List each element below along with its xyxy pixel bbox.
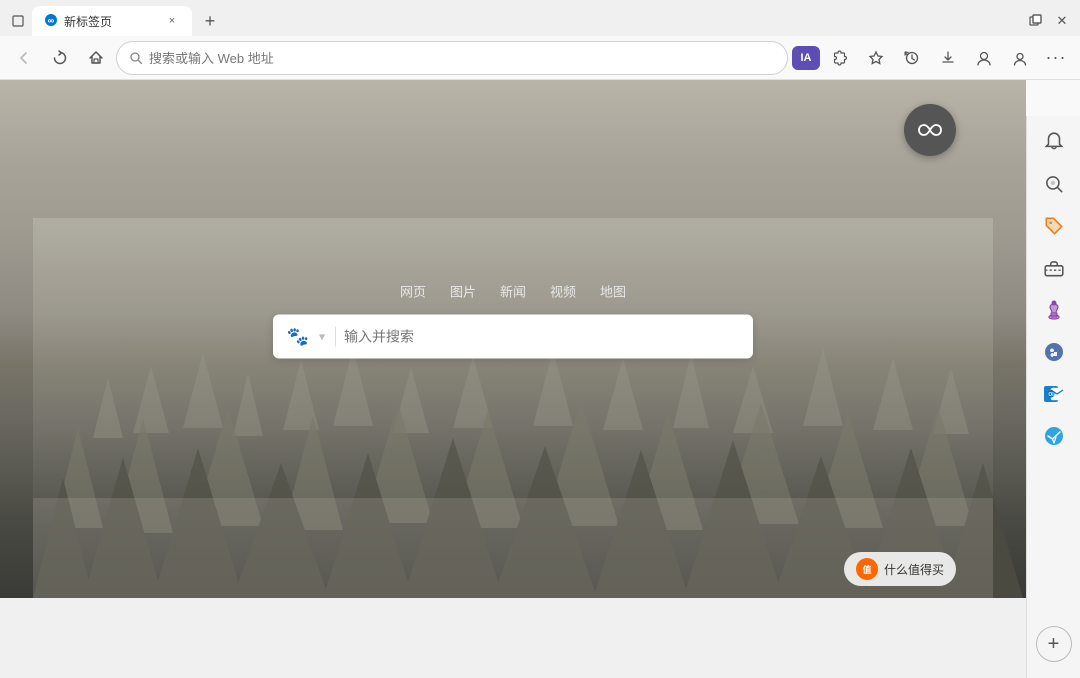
sidebar-outlook[interactable]: Ol [1036,376,1072,412]
tab-title: 新标签页 [64,13,112,30]
sidebar-puzzle[interactable] [1036,334,1072,370]
sidebar-search[interactable] [1036,166,1072,202]
refresh-button[interactable] [44,42,76,74]
tab-video[interactable]: 视频 [550,280,576,303]
tab-bar: ∞ 新标签页 × + ✕ [0,0,1080,36]
window-restore-button[interactable] [1026,11,1046,31]
search-icon [129,51,143,65]
downloads-button[interactable] [932,42,964,74]
tab-maps[interactable]: 地图 [600,280,626,303]
content-area: 网页 图片 新闻 视频 地图 🐾 ▾ 值 [0,80,1080,598]
infinity-button[interactable] [904,104,956,156]
watermark[interactable]: 值 什么值得买 [844,552,956,586]
search-section: 网页 图片 新闻 视频 地图 🐾 ▾ [263,280,763,359]
window-close-button[interactable]: ✕ [1052,11,1072,31]
sidebar-tools[interactable] [1036,250,1072,286]
address-bar[interactable]: 搜索或输入 Web 地址 [116,41,788,75]
ia-button[interactable]: IA [792,46,820,70]
tab-news[interactable]: 新闻 [500,280,526,303]
sidebar-chess[interactable] [1036,292,1072,328]
nav-bar: 搜索或输入 Web 地址 IA [0,36,1080,80]
address-text: 搜索或输入 Web 地址 [149,48,274,67]
browser-window: ∞ 新标签页 × + ✕ [0,0,1080,598]
sidebar-panel: Ol + [1026,116,1080,678]
extensions-button[interactable] [824,42,856,74]
sidebar-tag[interactable] [1036,208,1072,244]
search-box[interactable]: 🐾 ▾ [273,315,753,359]
tab-images[interactable]: 图片 [450,280,476,303]
search-engine-icon[interactable]: 🐾 [287,326,309,348]
main-page: 网页 图片 新闻 视频 地图 🐾 ▾ 值 [0,80,1026,598]
more-button[interactable]: ··· [1040,42,1072,74]
svg-text:Ol: Ol [1048,392,1054,398]
new-tab-button[interactable]: + [196,7,224,35]
svg-text:∞: ∞ [48,15,55,25]
add-icon: + [1048,633,1060,656]
search-divider [335,327,336,347]
back-button[interactable] [8,42,40,74]
collections-button[interactable] [968,42,1000,74]
profile-button[interactable] [1004,42,1036,74]
watermark-text: 什么值得买 [884,561,944,578]
watermark-logo: 值 [856,558,878,580]
tab-bar-right: ✕ [1026,11,1072,31]
tab-favicon: ∞ [44,13,58,30]
trees-svg [0,218,1026,598]
tab-webpage[interactable]: 网页 [400,280,426,303]
favorites-button[interactable] [860,42,892,74]
home-button[interactable] [80,42,112,74]
sidebar-telegram[interactable] [1036,418,1072,454]
infinity-icon [915,121,945,139]
tab-bar-left [8,11,28,31]
dropdown-arrow[interactable]: ▾ [319,330,325,344]
history-button[interactable] [896,42,928,74]
paw-icon: 🐾 [287,326,309,347]
sidebar-add-button[interactable]: + [1036,626,1072,662]
restore-button[interactable] [8,11,28,31]
sidebar-notifications[interactable] [1036,124,1072,160]
active-tab[interactable]: ∞ 新标签页 × [32,6,192,36]
tab-close-button[interactable]: × [164,13,180,29]
search-input[interactable] [344,329,739,345]
search-tabs: 网页 图片 新闻 视频 地图 [400,280,626,303]
